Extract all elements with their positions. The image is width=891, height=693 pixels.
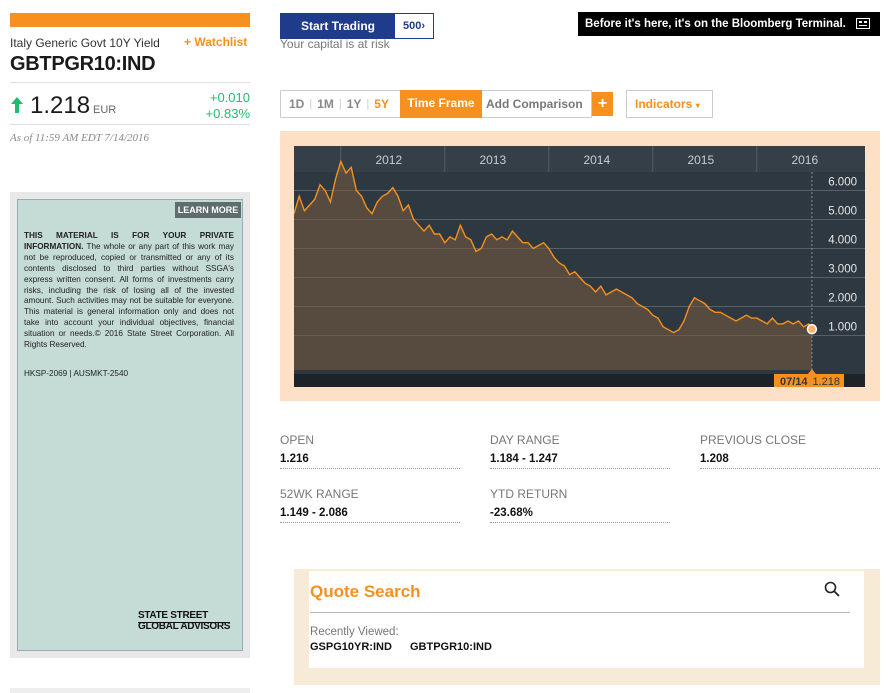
start-trading-button[interactable]: Start Trading 500› [280,13,434,39]
stat-label: PREVIOUS CLOSE [700,433,807,447]
capital-risk-notice: Your capital is at risk [280,37,390,51]
price-chart[interactable]: 2012 2013 2014 2015 2016 6.000 5.000 4.000 3.000… [294,146,865,387]
stat-label: DAY RANGE [490,433,560,447]
ad-footer [10,688,250,693]
x-tick-label: 2014 [583,153,610,167]
search-input-underline [310,612,850,613]
range-1m-button[interactable]: 1M [312,97,339,111]
last-point-marker [806,323,818,335]
stat-divider [280,468,460,469]
divider [10,124,250,125]
security-name: Italy Generic Govt 10Y Yield [10,36,160,50]
divider [10,82,250,83]
recent-item[interactable]: GSPG10YR:IND [310,641,392,653]
price-value: 1.218 [30,92,91,119]
banner-text: Before it's here, it's on the Bloomberg … [585,18,846,30]
price-change-percent: +0.83% [205,106,250,121]
y-tick-label: 1.000 [828,322,857,334]
header-accent-bar [10,13,250,27]
state-street-logo: STATE STREET GLOBAL ADVISORS [138,610,234,632]
price-area [294,161,812,370]
time-frame-button[interactable]: Time Frame [400,90,482,118]
chevron-right-icon: › [421,20,426,32]
stat-label: 52WK RANGE [280,487,359,501]
watchlist-button[interactable]: + Watchlist [184,35,247,49]
recently-viewed-label: Recently Viewed: [310,626,399,638]
ad-body: The whole or any part of this work may n… [24,241,234,350]
add-comparison-input[interactable]: Add Comparison [482,90,592,118]
stat-value: 1.149 - 2.086 [280,507,348,519]
logo-underline [138,622,230,623]
recent-item[interactable]: GBTPGR10:IND [410,641,492,653]
trading-brand-logo: 500› [395,14,433,38]
stat-divider [700,468,880,469]
price-currency: EUR [93,104,117,116]
y-tick-label: 4.000 [828,235,857,247]
stat-value: 1.216 [280,453,309,465]
y-tick-label: 5.000 [828,206,857,218]
x-tick-label: 2016 [791,153,818,167]
caret-down-icon: ▾ [695,101,700,110]
y-tick-label: 2.000 [828,293,857,305]
brand-text: 500 [402,20,422,32]
stat-value: -23.68% [490,507,533,519]
stat-label: YTD RETURN [490,487,568,501]
stat-value: 1.208 [700,453,729,465]
x-tick-label: 2013 [479,153,506,167]
stat-divider [280,522,460,523]
indicators-label: Indicators [635,97,693,111]
y-tick-label: 3.000 [828,264,857,276]
price-change: +0.010 [209,90,250,105]
range-1y-button[interactable]: 1Y [342,97,367,111]
logo-line-1: STATE STREET [138,610,208,621]
x-tick-label: 2012 [375,153,402,167]
ad-code: HKSP-2069 | AUSMKT-2540 [24,369,129,378]
stat-divider [490,468,670,469]
indicators-dropdown[interactable]: Indicators ▾ [626,90,713,118]
bloomberg-banner[interactable]: Before it's here, it's on the Bloomberg … [578,12,880,36]
up-arrow-icon [11,97,23,113]
start-trading-label: Start Trading [281,14,395,38]
add-comparison-button[interactable]: + [592,92,613,116]
learn-more-button[interactable]: LEARN MORE [175,202,241,218]
search-icon[interactable] [824,581,840,597]
as-of-timestamp: As of 11:59 AM EDT 7/14/2016 [10,132,150,144]
range-1d-button[interactable]: 1D [284,97,309,111]
terminal-icon [856,18,870,29]
ticker-symbol: GBTPGR10:IND [10,53,156,75]
ad-disclaimer: THIS MATERIAL IS FOR YOUR PRIVATE INFORM… [24,231,234,351]
range-5y-button[interactable]: 5Y [369,97,394,111]
current-date-label: 07/14 [780,376,808,387]
stat-divider [490,522,670,523]
y-tick-label: 6.000 [828,177,857,189]
x-tick-label: 2015 [687,153,714,167]
stat-label: OPEN [280,433,315,447]
quote-search-title[interactable]: Quote Search [310,582,421,602]
stat-value: 1.184 - 1.247 [490,453,558,465]
current-value-label: 1.218 [812,376,840,387]
